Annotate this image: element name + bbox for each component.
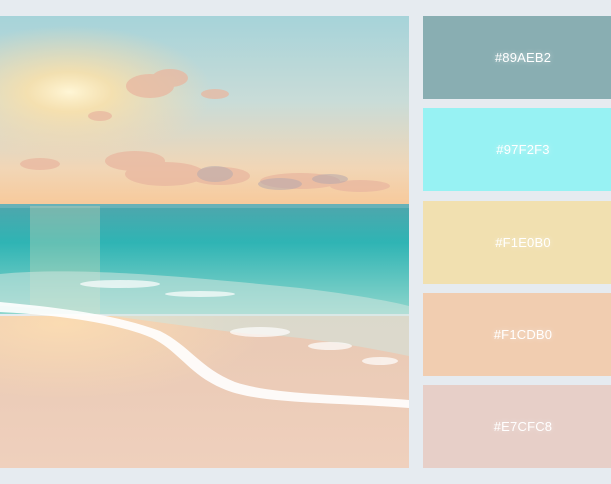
beach-scene-image	[0, 16, 409, 468]
color-hex-label: #97F2F3	[496, 142, 550, 157]
color-swatch[interactable]: #F1E0B0	[423, 201, 611, 284]
color-swatch[interactable]: #89AEB2	[423, 16, 611, 99]
beach-photo	[0, 16, 409, 468]
color-hex-label: #F1CDB0	[493, 327, 553, 342]
color-swatch[interactable]: #F1CDB0	[423, 293, 611, 376]
color-swatch[interactable]: #97F2F3	[423, 108, 611, 191]
color-hex-label: #E7CFC8	[493, 419, 553, 434]
color-palette: #89AEB2 #97F2F3 #F1E0B0 #F1CDB0 #E7CFC8	[423, 16, 611, 468]
color-hex-label: #89AEB2	[494, 50, 552, 65]
color-hex-label: #F1E0B0	[495, 235, 551, 250]
color-swatch[interactable]: #E7CFC8	[423, 385, 611, 468]
